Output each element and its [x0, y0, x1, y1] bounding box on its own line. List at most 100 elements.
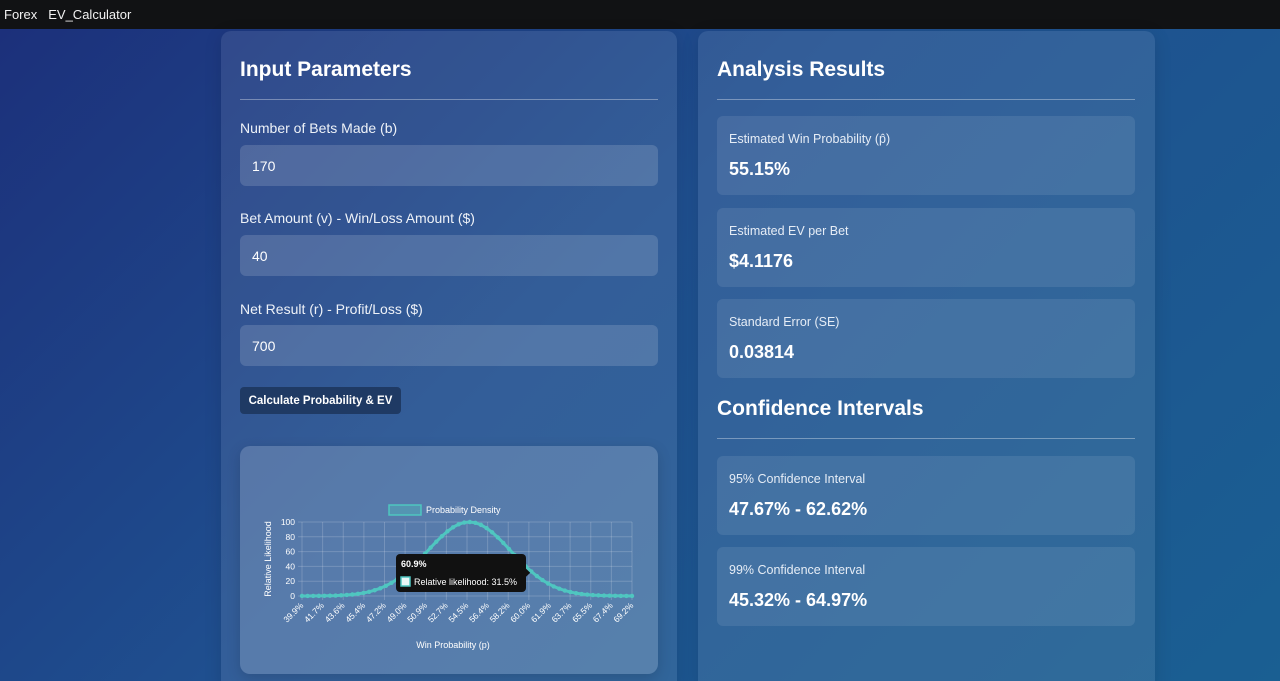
- density-point: [439, 534, 445, 539]
- bet-amount-label: Bet Amount (v) - Win/Loss Amount ($): [240, 210, 475, 226]
- ci-95-value: 47.67% - 62.62%: [729, 499, 868, 519]
- density-point: [534, 573, 540, 579]
- density-point: [473, 520, 478, 526]
- ci-99-label: 99% Confidence Interval: [729, 563, 866, 577]
- x-tick-label: 60.0%: [508, 600, 532, 624]
- x-tick-label: 41.7%: [302, 600, 326, 624]
- confidence-intervals-title: Confidence Intervals: [717, 397, 924, 420]
- standard-error-label: Standard Error (SE): [729, 315, 840, 329]
- ci-99-value: 45.32% - 64.97%: [729, 590, 868, 610]
- density-point: [568, 589, 573, 595]
- density-point: [305, 593, 310, 599]
- density-point: [601, 593, 607, 598]
- bet-amount-input[interactable]: [240, 235, 658, 276]
- density-point: [350, 592, 355, 597]
- x-tick-label: 50.9%: [405, 600, 429, 624]
- ev-per-bet-label: Estimated EV per Bet: [729, 224, 849, 238]
- ci-divider: [717, 438, 1135, 439]
- density-point: [434, 539, 439, 544]
- density-point: [389, 580, 394, 586]
- x-tick-label: 61.9%: [529, 600, 553, 624]
- net-result-input[interactable]: [240, 325, 658, 366]
- density-point: [383, 583, 389, 589]
- input-parameters-panel: Input Parameters Number of Bets Made (b)…: [221, 31, 677, 681]
- analysis-results-panel: Analysis Results Estimated Win Probabili…: [698, 31, 1155, 681]
- density-point: [557, 586, 562, 591]
- x-tick-label: 45.4%: [343, 600, 367, 624]
- density-point: [618, 593, 624, 599]
- density-point: [327, 593, 333, 598]
- calculate-button[interactable]: Calculate Probability & EV: [240, 387, 401, 414]
- probability-density-chart[interactable]: Probability Density 0 20 40 60 80 100 39.9%41.7…: [240, 446, 658, 674]
- x-tick-label: 54.5%: [446, 600, 470, 624]
- ci-95-label: 95% Confidence Interval: [729, 472, 866, 486]
- x-tick-label: 65.5%: [570, 600, 594, 624]
- x-tick-label: 43.6%: [323, 600, 347, 624]
- bets-made-input[interactable]: [240, 145, 658, 186]
- density-point: [585, 592, 590, 597]
- win-probability-value: 55.15%: [729, 159, 791, 179]
- density-point: [467, 519, 472, 525]
- x-tick-label: 58.2%: [488, 600, 512, 624]
- density-point: [545, 581, 551, 586]
- y-tick-label: 0: [290, 591, 295, 601]
- ev-per-bet-value: $4.1176: [729, 251, 794, 271]
- density-point: [624, 593, 629, 599]
- x-tick-label: 63.7%: [549, 600, 573, 624]
- density-point: [456, 522, 461, 527]
- density-point: [540, 577, 545, 583]
- density-point: [361, 590, 366, 596]
- density-point: [596, 593, 601, 598]
- density-point: [478, 522, 484, 528]
- density-point: [607, 593, 612, 598]
- win-probability-card: Estimated Win Probability (p̂) 55.15%: [717, 116, 1135, 195]
- y-axis-title: Relative Likelihood: [263, 521, 273, 597]
- x-tick-label: 56.4%: [467, 600, 491, 624]
- y-tick-label: 60: [286, 547, 296, 557]
- menu-item-ev-calculator[interactable]: EV_Calculator: [48, 7, 131, 22]
- legend-swatch: [388, 504, 422, 516]
- density-point: [355, 591, 361, 597]
- legend-label: Probability Density: [426, 505, 501, 515]
- input-panel-divider: [240, 99, 658, 100]
- x-tick-label: 49.0%: [384, 600, 408, 624]
- ev-per-bet-card: Estimated EV per Bet $4.1176: [717, 208, 1135, 287]
- results-panel-divider: [717, 99, 1135, 100]
- tooltip-title: 60.9%: [401, 559, 427, 569]
- density-point: [322, 593, 327, 599]
- density-point: [450, 525, 456, 530]
- tooltip-swatch: [400, 576, 411, 587]
- top-menu-bar: Forex EV_Calculator: [0, 0, 1280, 29]
- win-probability-label: Estimated Win Probability (p̂): [729, 132, 891, 146]
- x-axis-title: Win Probability (p): [416, 640, 490, 650]
- density-point: [372, 588, 377, 593]
- density-point: [338, 593, 344, 598]
- results-panel-title: Analysis Results: [717, 58, 886, 81]
- net-result-label: Net Result (r) - Profit/Loss ($): [240, 301, 423, 317]
- standard-error-value: 0.03814: [729, 342, 795, 362]
- y-tick-label: 100: [281, 517, 295, 527]
- density-point: [316, 593, 321, 599]
- probability-chart-card: Probability Density 0 20 40 60 80 100 39.9% 41.7…: [240, 446, 658, 674]
- y-tick-label: 20: [286, 576, 296, 586]
- density-point: [629, 593, 635, 599]
- density-point: [462, 520, 467, 525]
- menu-item-forex[interactable]: Forex: [4, 7, 37, 22]
- density-point: [551, 584, 556, 589]
- ci-99-card: 99% Confidence Interval 45.32% - 64.97%: [717, 547, 1135, 626]
- density-point: [299, 593, 305, 599]
- density-point: [495, 535, 500, 540]
- density-point: [378, 586, 383, 591]
- x-tick-label: 52.7%: [426, 600, 450, 624]
- x-tick-label: 67.4%: [591, 600, 615, 624]
- input-panel-title: Input Parameters: [240, 58, 412, 81]
- density-point: [310, 593, 316, 599]
- density-point: [333, 593, 338, 598]
- density-point: [344, 592, 349, 598]
- bets-made-label: Number of Bets Made (b): [240, 120, 398, 136]
- density-point: [562, 588, 568, 593]
- y-tick-label: 80: [286, 532, 296, 542]
- x-tick-label: 69.2%: [611, 600, 635, 624]
- ci-95-card: 95% Confidence Interval 47.67% - 62.62%: [717, 456, 1135, 535]
- y-tick-label: 40: [286, 561, 296, 571]
